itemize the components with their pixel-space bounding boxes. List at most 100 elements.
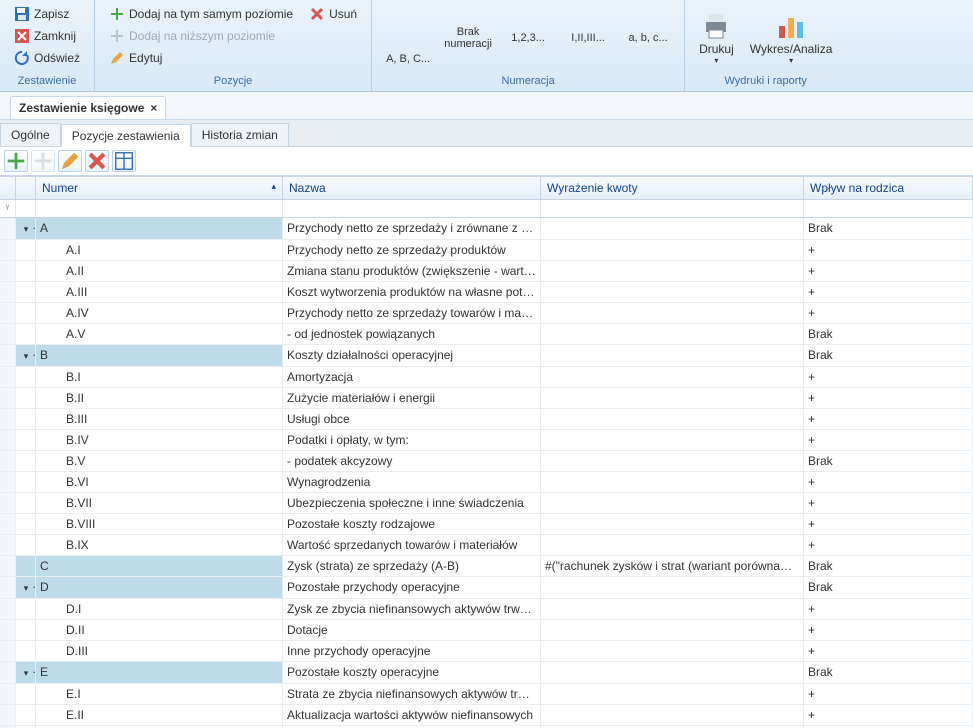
drukuj-button[interactable]: Drukuj ▾	[691, 2, 742, 73]
filter-wplyw[interactable]	[804, 200, 973, 217]
cell-numer: B.VI	[36, 472, 283, 492]
cell-wyrazenie	[541, 303, 804, 323]
cell-nazwa: Dotacje	[283, 620, 541, 640]
table-row[interactable]: B.VIWynagrodzenia+	[0, 472, 973, 493]
table-row[interactable]: D.IIDotacje+	[0, 620, 973, 641]
wykres-label: Wykres/Analiza	[750, 42, 833, 56]
table-row[interactable]: B.IXWartość sprzedanych towarów i materi…	[0, 535, 973, 556]
wykres-button[interactable]: Wykres/Analiza ▾	[742, 2, 841, 73]
tb-delete-button[interactable]	[85, 150, 109, 172]
col-nazwa[interactable]: Nazwa	[283, 177, 541, 199]
cell-wplyw: +	[804, 303, 973, 323]
dodaj-nizszy-button: Dodaj na niższym poziomie	[105, 26, 297, 46]
table-row[interactable]: A.IIIKoszt wytworzenia produktów na włas…	[0, 282, 973, 303]
num-roman[interactable]: I,II,III...	[558, 2, 618, 73]
table-row[interactable]: B.VIIIPozostałe koszty rodzajowe+	[0, 514, 973, 535]
tree-toggle	[16, 641, 36, 661]
tab-ogolne[interactable]: Ogólne	[0, 123, 61, 146]
chevron-down-icon[interactable]: ▾	[20, 221, 32, 237]
col-wplyw[interactable]: Wpływ na rodzica	[804, 177, 973, 199]
table-row[interactable]: CZysk (strata) ze sprzedaży (A-B)#("rach…	[0, 556, 973, 577]
table-row[interactable]: A.IVPrzychody netto ze sprzedaży towarów…	[0, 303, 973, 324]
filter-nazwa[interactable]	[283, 200, 541, 217]
col-wyrazenie[interactable]: Wyrażenie kwoty	[541, 177, 804, 199]
row-indicator	[0, 472, 16, 492]
edytuj-button[interactable]: Edytuj	[105, 48, 297, 68]
filter-wyrazenie[interactable]	[541, 200, 804, 217]
table-row[interactable]: D.IZysk ze zbycia niefinansowych aktywów…	[0, 599, 973, 620]
columns-icon	[113, 150, 135, 172]
num-abc-upper[interactable]: A, B, C...	[378, 2, 438, 73]
row-indicator	[0, 556, 16, 576]
table-row[interactable]: D.IIIInne przychody operacyjne+	[0, 641, 973, 662]
cell-numer: D.I	[36, 599, 283, 619]
cell-wplyw: Brak	[804, 218, 973, 239]
zapisz-button[interactable]: Zapisz	[10, 4, 84, 24]
row-indicator	[0, 388, 16, 408]
table-row[interactable]: ▾BKoszty działalności operacyjnejBrak	[0, 345, 973, 367]
chevron-down-icon[interactable]: ▾	[20, 580, 32, 596]
grid-body[interactable]: ▾APrzychody netto ze sprzedaży i zrównan…	[0, 218, 973, 728]
delete-icon	[86, 150, 108, 172]
zamknij-button[interactable]: Zamknij	[10, 26, 84, 46]
tab-pozycje[interactable]: Pozycje zestawienia	[61, 124, 191, 147]
chevron-down-icon[interactable]: ▾	[20, 665, 32, 681]
num-abc-lower[interactable]: a, b, c...	[618, 2, 678, 73]
cell-wplyw: Brak	[804, 662, 973, 683]
tree-toggle[interactable]: ▾	[16, 577, 36, 598]
tb-add-button[interactable]	[4, 150, 28, 172]
cell-nazwa: Pozostałe przychody operacyjne	[283, 577, 541, 598]
table-row[interactable]: A.V- od jednostek powiązanychBrak	[0, 324, 973, 345]
cell-wyrazenie	[541, 430, 804, 450]
grid-header: Numer Nazwa Wyrażenie kwoty Wpływ na rod…	[0, 177, 973, 200]
close-icon	[14, 28, 30, 44]
table-row[interactable]: ▾DPozostałe przychody operacyjneBrak	[0, 577, 973, 599]
tb-columns-button[interactable]	[112, 150, 136, 172]
tree-toggle	[16, 409, 36, 429]
table-row[interactable]: E.IIAktualizacja wartości aktywów niefin…	[0, 705, 973, 726]
doc-tab-close-icon[interactable]: ×	[150, 101, 157, 115]
tree-toggle	[16, 282, 36, 302]
edytuj-label: Edytuj	[129, 51, 162, 65]
tree-toggle	[16, 240, 36, 260]
num-brak[interactable]: Brak numeracji	[438, 2, 498, 73]
col-numer[interactable]: Numer	[36, 177, 283, 199]
table-row[interactable]: B.IAmortyzacja+	[0, 367, 973, 388]
pencil-icon	[59, 150, 81, 172]
table-row[interactable]: A.IIZmiana stanu produktów (zwiększenie …	[0, 261, 973, 282]
table-row[interactable]: B.IVPodatki i opłaty, w tym:+	[0, 430, 973, 451]
plus-gray-icon	[32, 150, 54, 172]
tab-historia[interactable]: Historia zmian	[191, 123, 289, 146]
filter-numer[interactable]	[36, 200, 283, 217]
tb-edit-button[interactable]	[58, 150, 82, 172]
chevron-down-icon[interactable]: ▾	[20, 348, 32, 364]
cell-nazwa: Zysk ze zbycia niefinansowych aktywów tr…	[283, 599, 541, 619]
doc-tab[interactable]: Zestawienie księgowe ×	[10, 96, 166, 119]
dodaj-samy-button[interactable]: Dodaj na tym samym poziomie	[105, 4, 297, 24]
tree-toggle[interactable]: ▾	[16, 218, 36, 239]
usun-button[interactable]: Usuń	[305, 4, 361, 24]
page-tabs: Ogólne Pozycje zestawienia Historia zmia…	[0, 120, 973, 147]
cell-wplyw: +	[804, 430, 973, 450]
table-row[interactable]: B.VIIUbezpieczenia społeczne i inne świa…	[0, 493, 973, 514]
cell-wplyw: +	[804, 282, 973, 302]
odswiez-button[interactable]: Odśwież	[10, 48, 84, 68]
num-123[interactable]: 1,2,3...	[498, 2, 558, 73]
table-row[interactable]: B.IIZużycie materiałów i energii+	[0, 388, 973, 409]
row-indicator	[0, 493, 16, 513]
table-row[interactable]: ▾EPozostałe koszty operacyjneBrak	[0, 662, 973, 684]
chevron-down-icon: ▾	[789, 56, 793, 65]
chevron-down-icon: ▾	[714, 56, 718, 65]
tree-toggle[interactable]: ▾	[16, 662, 36, 683]
cell-numer: A.III	[36, 282, 283, 302]
table-row[interactable]: ▾APrzychody netto ze sprzedaży i zrównan…	[0, 218, 973, 240]
cell-numer: E.I	[36, 684, 283, 704]
table-row[interactable]: A.IPrzychody netto ze sprzedaży produktó…	[0, 240, 973, 261]
cell-wplyw: +	[804, 684, 973, 704]
table-row[interactable]: B.V- podatek akcyzowyBrak	[0, 451, 973, 472]
table-row[interactable]: B.IIIUsługi obce+	[0, 409, 973, 430]
table-row[interactable]: E.IStrata ze zbycia niefinansowych aktyw…	[0, 684, 973, 705]
row-indicator	[0, 218, 16, 239]
tree-toggle[interactable]: ▾	[16, 345, 36, 366]
tb-add-child-button	[31, 150, 55, 172]
